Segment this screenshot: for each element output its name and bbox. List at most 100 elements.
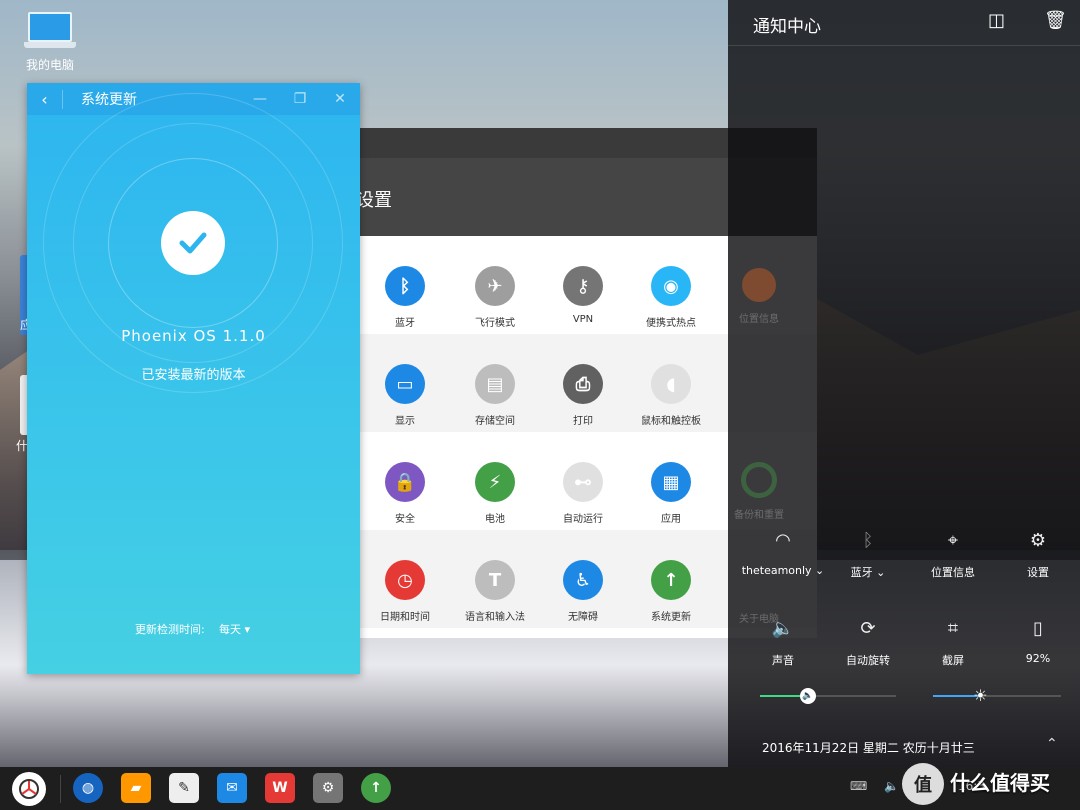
settings-item-label: 自动运行	[563, 514, 603, 525]
settings-item-label: VPN	[572, 314, 594, 325]
folder-icon[interactable]: ▰	[121, 773, 151, 803]
chevron-up-icon[interactable]: ⌃	[1046, 736, 1058, 752]
settings-item[interactable]: ◉ 便携式热点	[626, 266, 716, 329]
settings-title: 设置	[356, 190, 392, 211]
quick-setting-label: 自动旋转	[846, 654, 890, 667]
quick-setting-tile[interactable]: ⌗ 截屏	[908, 618, 998, 668]
quick-setting-tile[interactable]: 🔈 声音	[738, 618, 828, 668]
settings-item-label: 打印	[573, 416, 593, 427]
trash-icon[interactable]: 🗑	[1044, 10, 1067, 31]
quick-setting-tile[interactable]: ▯ 92%	[993, 618, 1080, 665]
back-icon[interactable]: ‹	[27, 89, 63, 109]
speaker-icon[interactable]: 🔈	[884, 779, 899, 793]
settings-item-label: 无障碍	[568, 612, 598, 623]
mouse-icon: ◖	[651, 364, 691, 404]
settings-item[interactable]: ⚷ VPN	[538, 266, 628, 325]
settings-item[interactable]: ▭ 显示	[360, 364, 450, 427]
maximize-icon[interactable]: ❐	[280, 91, 320, 107]
settings-item[interactable]: T 语言和输入法	[450, 560, 540, 623]
settings-item[interactable]: ↑ 系统更新	[626, 560, 716, 623]
check-interval-value: 每天	[219, 623, 241, 636]
keyboard-icon[interactable]: ⌨	[850, 779, 867, 793]
storage-icon: ▤	[475, 364, 515, 404]
taskbar-divider	[60, 775, 61, 803]
notification-settings-icon[interactable]: ◫	[988, 10, 1005, 31]
globe-icon[interactable]: ◍	[73, 773, 103, 803]
quick-setting-tile[interactable]: ⚙ 设置	[993, 530, 1080, 580]
location-icon: ⌖	[947, 530, 959, 551]
settings-item-label: 显示	[395, 416, 415, 427]
quick-setting-label: 蓝牙	[850, 566, 873, 579]
settings-item[interactable]: ⚡ 电池	[450, 462, 540, 525]
check-interval-select[interactable]: 每天 ▾	[219, 621, 250, 637]
wifi-icon: ◠	[775, 530, 791, 551]
desktop-icon-my-computer[interactable]: 我的电脑	[18, 12, 82, 73]
phoenix-logo-icon	[19, 779, 39, 799]
notification-header: 通知中心 ◫ 🗑	[728, 0, 1080, 46]
quick-setting-label: 位置信息	[931, 566, 975, 579]
ghost-backup-item: 备份和重置	[724, 462, 794, 521]
settings-item[interactable]: ▦ 应用	[626, 462, 716, 525]
hotspot-icon: ◉	[651, 266, 691, 306]
settings-item[interactable]: ♿ 无障碍	[538, 560, 628, 623]
quick-setting-tile[interactable]: ◠ theteamonly ⌄	[738, 530, 828, 577]
accessibility-icon: ♿	[563, 560, 603, 600]
settings-item-label: 鼠标和触控板	[641, 416, 701, 427]
quick-setting-tile[interactable]: ⌖ 位置信息	[908, 530, 998, 580]
computer-icon	[24, 12, 76, 50]
watermark-badge-icon: 值	[902, 763, 944, 805]
pencil-icon[interactable]: ✎	[169, 773, 199, 803]
bluetooth-icon: ᛒ	[385, 266, 425, 306]
settings-item[interactable]: ▤ 存储空间	[450, 364, 540, 427]
quick-setting-label: 92%	[1025, 652, 1051, 665]
os-version: Phoenix OS 1.1.0	[121, 327, 266, 345]
ghost-label: 位置信息	[739, 314, 779, 325]
settings-item[interactable]: ◖ 鼠标和触控板	[626, 364, 716, 427]
printer-icon: ⎙	[563, 364, 603, 404]
ghost-location-item: 位置信息	[724, 268, 794, 325]
start-button[interactable]	[12, 772, 46, 806]
settings-item[interactable]: ⊷ 自动运行	[538, 462, 628, 525]
brightness-knob-icon[interactable]: ☀	[972, 688, 988, 704]
quick-setting-tile[interactable]: ⟳ 自动旋转	[823, 618, 913, 668]
rotate-icon: ⟳	[860, 618, 876, 639]
settings-item[interactable]: ◷ 日期和时间	[360, 560, 450, 623]
clock-icon: ◷	[385, 560, 425, 600]
desktop-icon-label: 我的电脑	[25, 58, 74, 72]
notification-center: 通知中心 ◫ 🗑 位置信息 备份和重置 关于电脑 ◠ theteamonly ⌄ ᛒ…	[728, 0, 1080, 770]
keyboard-text-icon: T	[475, 560, 515, 600]
notification-date: 2016年11月22日 星期二 农历十月廿三	[762, 741, 975, 755]
settings-item[interactable]: ✈ 飞行模式	[450, 266, 540, 329]
settings-item-label: 系统更新	[651, 612, 691, 623]
gear-icon[interactable]: ⚙	[313, 773, 343, 803]
quick-setting-tile[interactable]: ᛒ 蓝牙 ⌄	[823, 530, 913, 580]
gear-icon: ⚙	[1029, 530, 1047, 551]
lock-icon: 🔒	[385, 462, 425, 502]
mail-icon[interactable]: ✉	[217, 773, 247, 803]
settings-item-label: 应用	[661, 514, 681, 525]
volume-slider[interactable]: 🔈	[760, 688, 896, 704]
close-icon[interactable]: ✕	[320, 91, 360, 107]
vpn-key-icon: ⚷	[563, 266, 603, 306]
chevron-down-icon: ▾	[244, 623, 251, 636]
speaker-icon: 🔈	[771, 618, 795, 639]
quick-setting-label: 截屏	[942, 654, 964, 667]
upload-arrow-icon[interactable]: ↑	[361, 773, 391, 803]
settings-item-label: 安全	[395, 514, 415, 525]
settings-item-label: 存储空间	[475, 416, 515, 427]
settings-item-label: 便携式热点	[646, 318, 696, 329]
settings-item[interactable]: ᛒ 蓝牙	[360, 266, 450, 329]
volume-knob-icon[interactable]: 🔈	[799, 688, 816, 704]
system-update-window: ‹ 系统更新 — ❐ ✕ Phoenix OS 1.1.0 已安装最新的版本 更…	[27, 83, 360, 674]
brightness-slider[interactable]: ☀	[933, 688, 1061, 704]
airplane-icon: ✈	[475, 266, 515, 306]
settings-item[interactable]: 🔒 安全	[360, 462, 450, 525]
watermark-text: 什么值得买	[950, 771, 1050, 795]
upload-arrow-icon: ↑	[651, 560, 691, 600]
toggle-icon: ⊷	[563, 462, 603, 502]
wps-icon[interactable]: W	[265, 773, 295, 803]
settings-item[interactable]: ⎙ 打印	[538, 364, 628, 427]
battery-charging-icon: ▯	[1033, 618, 1043, 639]
quick-setting-label: 设置	[1027, 566, 1049, 579]
check-interval-label: 更新检测时间:	[135, 623, 205, 636]
